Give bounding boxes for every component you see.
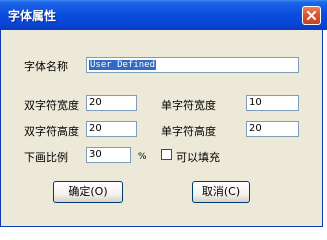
ok-button[interactable]: 确定(O) (53, 181, 123, 203)
font-name-label: 字体名称 (24, 60, 68, 73)
dialog-title: 字体属性 (8, 9, 57, 23)
double-height-field[interactable]: 20 (86, 121, 137, 137)
fill-checkbox-label[interactable]: 可以填充 (176, 149, 220, 165)
subscript-ratio-field[interactable]: 30 (86, 147, 131, 163)
font-properties-dialog (0, 0, 323, 227)
font-name-value: User Defined (89, 60, 157, 70)
subscript-ratio-label: 下画比例 (24, 151, 68, 164)
fill-checkbox[interactable] (161, 149, 172, 160)
window-bottom-border (0, 226, 323, 227)
close-icon (307, 11, 316, 20)
close-button[interactable] (302, 6, 321, 25)
double-width-field[interactable]: 20 (86, 95, 137, 111)
title-bar[interactable]: 字体属性 (0, 0, 327, 30)
single-width-field[interactable]: 10 (246, 95, 299, 111)
double-width-label: 双字符宽度 (24, 99, 79, 112)
single-height-label: 单字符高度 (161, 125, 216, 138)
single-width-label: 单字符宽度 (161, 99, 216, 112)
font-name-field[interactable]: User Defined (86, 57, 299, 73)
percent-sign: % (138, 152, 147, 162)
double-height-label: 双字符高度 (24, 125, 79, 138)
single-height-field[interactable]: 20 (246, 121, 299, 137)
cancel-button[interactable]: 取消(C) (192, 181, 250, 203)
